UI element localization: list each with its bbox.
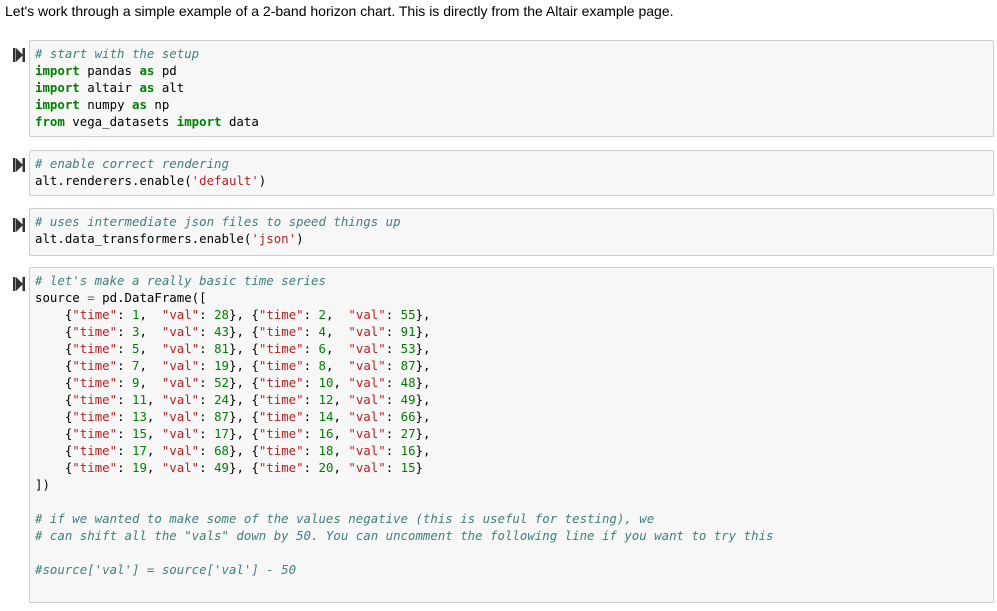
code-cell-transformers: # uses intermediate json files to speed …	[0, 208, 997, 258]
code-line: # uses intermediate json files to speed …	[35, 214, 401, 229]
code-cell-setup: # start with the setup import pandas as …	[0, 38, 997, 138]
code-line: # enable correct rendering	[35, 156, 229, 171]
code-line: import pandas as pd	[35, 63, 177, 78]
code-line: ])	[35, 477, 50, 492]
code-input[interactable]: # uses intermediate json files to speed …	[29, 208, 994, 256]
code-line: # if we wanted to make some of the value…	[35, 511, 655, 526]
code-line: {"time": 13, "val": 87}, {"time": 14, "v…	[35, 409, 431, 424]
code-line: import altair as alt	[35, 80, 185, 95]
code-cell-timeseries: # let's make a really basic time series …	[0, 267, 997, 607]
intro-text: Let's work through a simple example of a…	[5, 3, 674, 19]
code-line: import numpy as np	[35, 97, 170, 112]
code-input[interactable]: # let's make a really basic time series …	[29, 267, 994, 603]
code-line: from vega_datasets import data	[35, 114, 259, 129]
code-line: {"time": 7, "val": 19}, {"time": 8, "val…	[35, 358, 431, 373]
code-line: #source['val'] = source['val'] - 50	[35, 562, 297, 577]
run-cell-icon[interactable]	[13, 277, 25, 291]
code-input[interactable]: # start with the setup import pandas as …	[29, 40, 994, 137]
run-cell-icon[interactable]	[13, 48, 25, 62]
code-text: # start with the setup import pandas as …	[35, 45, 993, 130]
code-line: alt.data_transformers.enable('json')	[35, 231, 304, 246]
code-line: {"time": 15, "val": 17}, {"time": 16, "v…	[35, 426, 431, 441]
run-cell-icon[interactable]	[13, 218, 25, 232]
code-line: source = pd.DataFrame([	[35, 290, 207, 305]
code-line: {"time": 1, "val": 28}, {"time": 2, "val…	[35, 307, 431, 322]
code-text: # let's make a really basic time series …	[35, 272, 993, 578]
code-line: {"time": 17, "val": 68}, {"time": 18, "v…	[35, 443, 431, 458]
code-text: # enable correct rendering alt.renderers…	[35, 155, 993, 189]
code-line: # start with the setup	[35, 46, 200, 61]
code-line: {"time": 11, "val": 24}, {"time": 12, "v…	[35, 392, 431, 407]
code-line: {"time": 5, "val": 81}, {"time": 6, "val…	[35, 341, 431, 356]
code-line: alt.renderers.enable('default')	[35, 173, 267, 188]
code-line: # let's make a really basic time series	[35, 273, 326, 288]
code-text: # uses intermediate json files to speed …	[35, 213, 993, 247]
code-cell-renderer: # enable correct rendering alt.renderers…	[0, 148, 997, 198]
run-cell-icon[interactable]	[13, 158, 25, 172]
code-line: {"time": 9, "val": 52}, {"time": 10, "va…	[35, 375, 431, 390]
code-input[interactable]: # enable correct rendering alt.renderers…	[29, 150, 994, 196]
code-line: {"time": 19, "val": 49}, {"time": 20, "v…	[35, 460, 423, 475]
code-line: {"time": 3, "val": 43}, {"time": 4, "val…	[35, 324, 431, 339]
code-line: # can shift all the "vals" down by 50. Y…	[35, 528, 774, 543]
